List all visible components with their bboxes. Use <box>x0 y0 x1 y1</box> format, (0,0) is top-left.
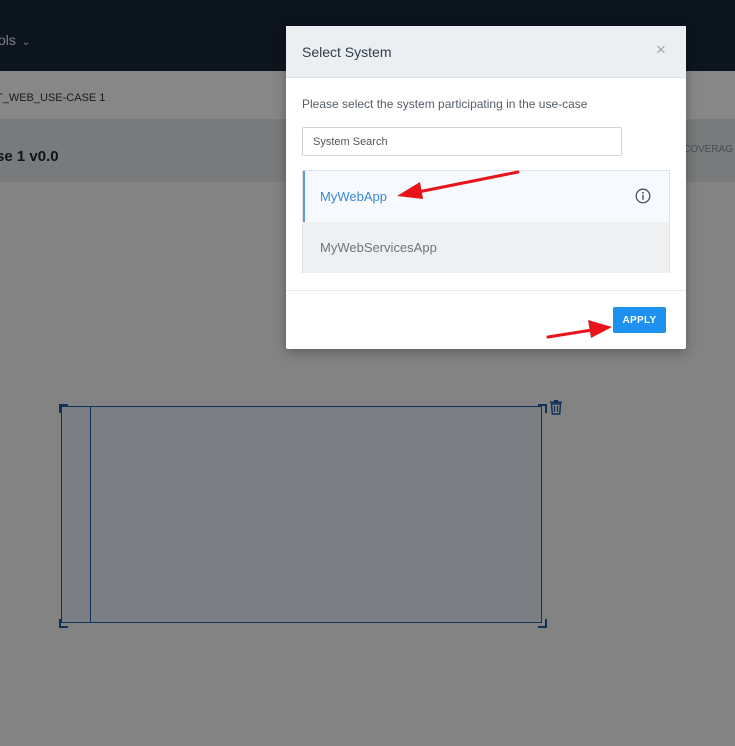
system-item-label: MyWebApp <box>320 189 387 204</box>
page: ols ⌄ T_WEB_USE-CASE 1 se 1 v0.0 COVERAG … <box>0 0 735 746</box>
dialog-title: Select System <box>302 44 392 60</box>
system-item-label: MyWebServicesApp <box>320 240 437 255</box>
select-system-dialog: Select System × Please select the system… <box>286 26 686 349</box>
system-item-mywebapp[interactable]: MyWebApp <box>303 171 669 222</box>
system-item-mywebservicesapp[interactable]: MyWebServicesApp <box>303 222 669 273</box>
close-icon[interactable]: × <box>656 41 666 58</box>
dialog-header: Select System × <box>286 26 686 78</box>
system-list: MyWebApp MyWebServicesApp <box>302 170 670 273</box>
apply-button[interactable]: APPLY <box>613 307 666 333</box>
dialog-instruction: Please select the system participating i… <box>302 97 588 111</box>
info-icon[interactable] <box>635 188 651 204</box>
system-search-input[interactable] <box>302 127 622 156</box>
